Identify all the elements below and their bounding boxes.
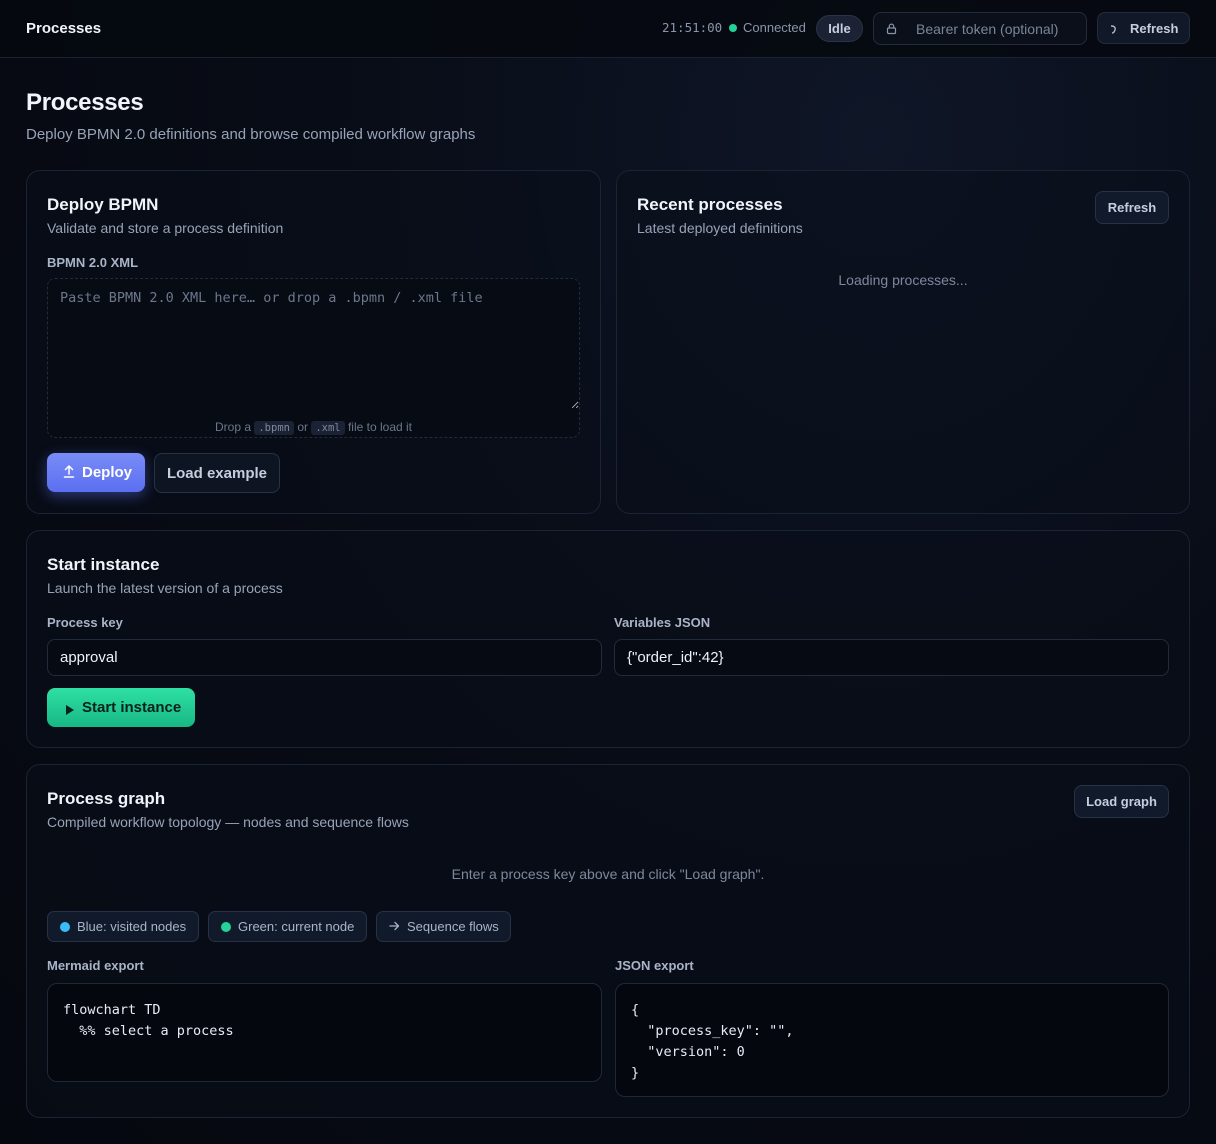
connection-status: Connected xyxy=(729,20,806,35)
deploy-card-subtitle: Validate and store a process definition xyxy=(47,220,284,236)
page-subtitle: Deploy BPMN 2.0 definitions and browse c… xyxy=(26,126,476,143)
lock-icon xyxy=(885,22,898,38)
drop-hint-or: or xyxy=(297,420,308,434)
upload-icon xyxy=(63,465,75,482)
variables-json-label: Variables JSON xyxy=(614,615,711,630)
graph-card-subtitle: Compiled workflow topology — nodes and s… xyxy=(47,814,409,830)
clock-readout: 21:51:00 xyxy=(662,20,723,35)
load-graph-button[interactable]: Load graph xyxy=(1074,785,1169,818)
connection-status-label: Connected xyxy=(743,20,806,35)
deploy-bpmn-card: Deploy BPMN Validate and store a process… xyxy=(26,170,601,514)
loading-processes-text: Loading processes... xyxy=(838,272,968,288)
state-badge: Idle xyxy=(816,15,863,42)
play-icon xyxy=(66,702,74,719)
drop-hint-ext-xml: .xml xyxy=(311,421,345,435)
recent-refresh-button[interactable]: Refresh xyxy=(1095,191,1169,224)
start-instance-button-label: Start instance xyxy=(82,699,182,716)
legend-sequence-flows: Sequence flows xyxy=(376,911,511,942)
legend-visited-label: Blue: visited nodes xyxy=(77,919,187,934)
deploy-button-label: Deploy xyxy=(82,464,133,481)
bpmn-drop-zone[interactable]: Drop a .bpmn or .xml file to load it xyxy=(47,278,580,438)
bearer-token-field[interactable] xyxy=(873,12,1087,45)
green-dot-icon xyxy=(221,921,231,932)
bpmn-xml-textarea[interactable] xyxy=(48,279,579,409)
refresh-button-label: Refresh xyxy=(1130,21,1179,36)
graph-empty-text: Enter a process key above and click "Loa… xyxy=(451,866,765,882)
status-dot-icon xyxy=(729,23,737,32)
start-card-subtitle: Launch the latest version of a process xyxy=(47,580,283,596)
mermaid-export-label: Mermaid export xyxy=(47,958,144,973)
refresh-icon xyxy=(1109,23,1119,38)
refresh-button[interactable]: Refresh xyxy=(1097,12,1190,44)
mermaid-export-code[interactable]: flowchart TD %% select a process xyxy=(47,983,602,1082)
json-export-code[interactable]: { "process_key": "", "version": 0 } xyxy=(615,983,1169,1097)
arrow-right-icon xyxy=(389,919,400,934)
drop-hint: Drop a .bpmn or .xml file to load it xyxy=(48,420,579,435)
legend-current-label: Green: current node xyxy=(238,919,355,934)
deploy-button[interactable]: Deploy xyxy=(47,453,145,492)
drop-hint-suffix: file to load it xyxy=(347,420,413,434)
recent-processes-card: Recent processes Latest deployed definit… xyxy=(616,170,1190,514)
deploy-card-title: Deploy BPMN xyxy=(47,195,159,214)
graph-card-title: Process graph xyxy=(47,789,166,808)
recent-card-title: Recent processes xyxy=(637,195,783,214)
recent-card-subtitle: Latest deployed definitions xyxy=(637,220,803,236)
start-instance-button[interactable]: Start instance xyxy=(47,688,195,727)
page-title: Processes xyxy=(26,89,144,116)
app-title: Processes xyxy=(26,20,102,37)
legend-sequence-label: Sequence flows xyxy=(407,919,499,934)
start-card-title: Start instance xyxy=(47,555,160,574)
process-graph-card: Process graph Compiled workflow topology… xyxy=(26,764,1190,1118)
drop-hint-prefix: Drop a xyxy=(214,420,252,434)
legend-visited-nodes: Blue: visited nodes xyxy=(47,911,199,942)
load-example-button[interactable]: Load example xyxy=(154,453,280,493)
bearer-token-input[interactable] xyxy=(916,20,1081,38)
variables-json-input[interactable] xyxy=(614,639,1169,676)
top-bar: Processes 21:51:00 Connected Idle Refres… xyxy=(0,0,1216,58)
process-key-input[interactable] xyxy=(47,639,602,676)
legend-current-node: Green: current node xyxy=(208,911,367,942)
bpmn-xml-label: BPMN 2.0 XML xyxy=(47,255,139,270)
blue-dot-icon xyxy=(60,921,70,932)
process-key-label: Process key xyxy=(47,615,123,630)
json-export-label: JSON export xyxy=(615,958,694,973)
start-instance-card: Start instance Launch the latest version… xyxy=(26,530,1190,748)
drop-hint-ext-bpmn: .bpmn xyxy=(254,421,294,435)
